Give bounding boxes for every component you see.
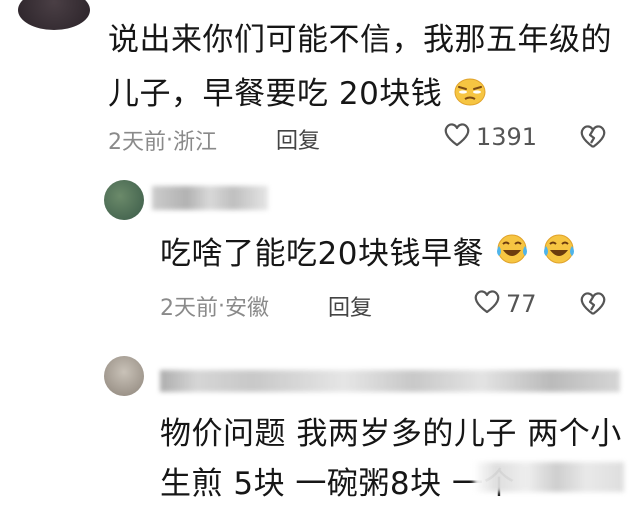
username-blurred <box>160 370 620 392</box>
comment-text-line: 说出来你们可能不信，我那五年级的 <box>108 22 612 58</box>
broken-heart-icon[interactable] <box>578 289 608 321</box>
comment-text-line: 儿子，早餐要吃 20块钱 <box>108 66 487 124</box>
blurred-overlay <box>474 462 624 492</box>
username-blurred <box>152 186 268 210</box>
avatar[interactable] <box>104 356 144 396</box>
comment-text: 儿子，早餐要吃 20块钱 <box>108 76 443 112</box>
heart-icon <box>442 120 476 154</box>
meta-separator: · <box>218 293 225 319</box>
comment-meta: 2天前 · 浙江 <box>108 124 217 156</box>
like-button[interactable]: 1391 <box>442 120 537 154</box>
reply-button[interactable]: 回复 <box>328 290 372 322</box>
laugh-cry-emoji-icon <box>494 228 530 284</box>
comment-location: 浙江 <box>173 130 218 155</box>
laugh-cry-emoji-icon <box>541 228 577 284</box>
like-count: 77 <box>506 290 537 318</box>
smirk-emoji-icon <box>453 68 487 124</box>
like-button[interactable]: 77 <box>472 287 537 321</box>
broken-heart-icon[interactable] <box>578 122 608 154</box>
comment-time: 2天前 <box>160 296 218 321</box>
reply-button[interactable]: 回复 <box>276 123 320 155</box>
meta-separator: · <box>166 127 173 153</box>
heart-icon <box>472 287 506 321</box>
comment-meta: 2天前 · 安徽 <box>160 290 269 322</box>
comment-text-line: 吃啥了能吃20块钱早餐 <box>160 226 577 284</box>
avatar[interactable] <box>18 0 90 30</box>
avatar[interactable] <box>104 180 144 220</box>
comment-text-line: 物价问题 我两岁多的儿子 两个小 <box>160 416 622 452</box>
comment-time: 2天前 <box>108 130 166 155</box>
like-count: 1391 <box>476 123 538 151</box>
comment-location: 安徽 <box>225 296 270 321</box>
comment-text: 吃啥了能吃20块钱早餐 <box>160 236 484 272</box>
